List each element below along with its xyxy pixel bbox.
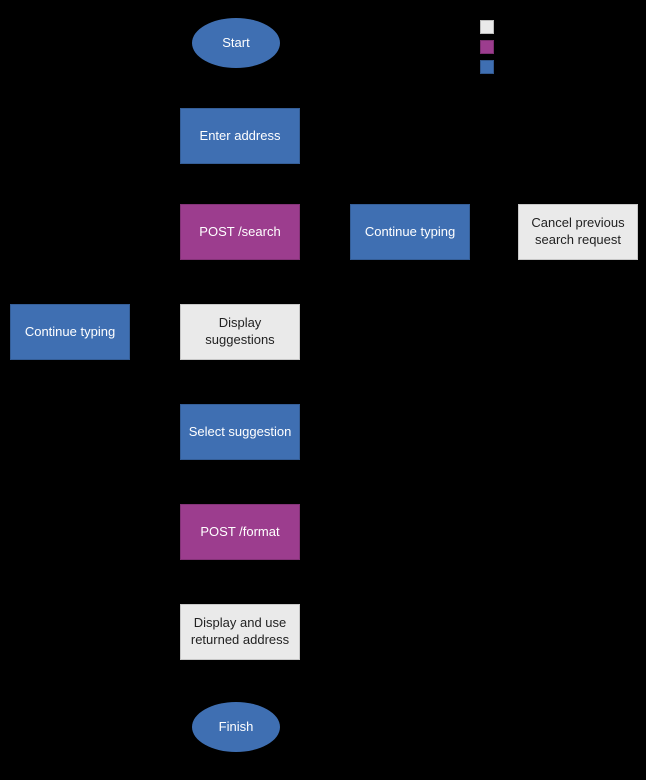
- node-label: POST /format: [200, 524, 279, 541]
- node-label: Continue typing: [365, 224, 455, 241]
- node-label: Continue typing: [25, 324, 115, 341]
- legend-swatch-purple: [480, 40, 494, 54]
- node-display-suggestions: Display suggestions: [180, 304, 300, 360]
- node-post-format: POST /format: [180, 504, 300, 560]
- node-display-returned: Display and use returned address: [180, 604, 300, 660]
- node-label: Enter address: [200, 128, 281, 145]
- node-post-search: POST /search: [180, 204, 300, 260]
- legend-item: [480, 60, 502, 74]
- node-continue-typing-left: Continue typing: [10, 304, 130, 360]
- legend-item: [480, 20, 502, 34]
- node-select-suggestion: Select suggestion: [180, 404, 300, 460]
- node-finish: Finish: [192, 702, 280, 752]
- node-continue-typing-right: Continue typing: [350, 204, 470, 260]
- node-label: Display suggestions: [185, 315, 295, 349]
- node-cancel-previous: Cancel previous search request: [518, 204, 638, 260]
- node-label: Start: [222, 35, 249, 52]
- node-start: Start: [192, 18, 280, 68]
- node-label: Display and use returned address: [185, 615, 295, 649]
- legend-swatch-white: [480, 20, 494, 34]
- legend: [480, 20, 502, 74]
- node-enter-address: Enter address: [180, 108, 300, 164]
- legend-swatch-blue: [480, 60, 494, 74]
- node-label: Finish: [219, 719, 254, 736]
- node-label: Cancel previous search request: [523, 215, 633, 249]
- node-label: POST /search: [199, 224, 280, 241]
- node-label: Select suggestion: [189, 424, 292, 441]
- legend-item: [480, 40, 502, 54]
